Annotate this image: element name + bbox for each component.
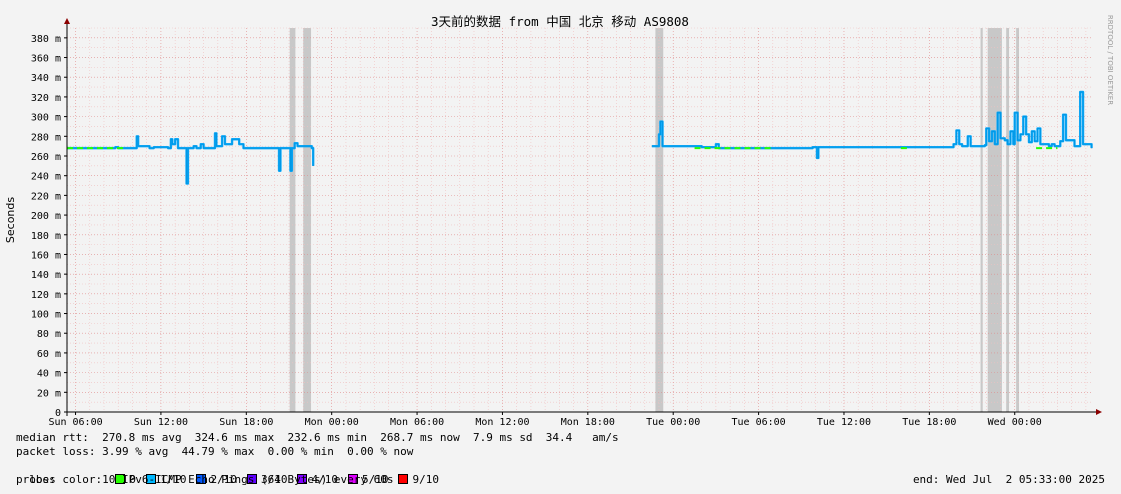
y-tick-label: 340 m bbox=[31, 73, 61, 84]
x-tick-label: Tue 06:00 bbox=[731, 417, 785, 428]
y-tick-label: 260 m bbox=[31, 152, 61, 163]
y-tick-label: 240 m bbox=[31, 172, 61, 183]
rtt-line bbox=[67, 132, 315, 185]
loss-band bbox=[303, 28, 312, 412]
latency-chart: 3天前的数据 from 中国 北京 移动 AS9808 Seconds RRDT… bbox=[4, 14, 1114, 428]
y-tick-label: 220 m bbox=[31, 191, 61, 202]
y-tick-label: 300 m bbox=[31, 113, 61, 124]
y-tick-label: 360 m bbox=[31, 54, 61, 65]
packet-loss-line: packet loss: 3.99 % avg 44.79 % max 0.00… bbox=[16, 445, 414, 458]
y-tick-label: 160 m bbox=[31, 250, 61, 261]
x-tick-label: Mon 18:00 bbox=[561, 417, 615, 428]
loss-band bbox=[987, 28, 1002, 412]
x-axis-arrow bbox=[1096, 409, 1102, 415]
y-tick-label: 40 m bbox=[37, 369, 61, 380]
end-timestamp: end: Wed Jul 2 05:33:00 2025 bbox=[912, 473, 1105, 486]
x-tick-label: Tue 00:00 bbox=[646, 417, 700, 428]
x-tick-label: Sun 06:00 bbox=[48, 417, 102, 428]
chart-title: 3天前的数据 from 中国 北京 移动 AS9808 bbox=[431, 14, 689, 29]
x-tick-label: Mon 12:00 bbox=[475, 417, 529, 428]
loss-color-item: 9/10 bbox=[398, 473, 439, 486]
median-rtt-line: median rtt: 270.8 ms avg 324.6 ms max 23… bbox=[16, 431, 619, 444]
y-tick-label: 80 m bbox=[37, 329, 61, 340]
y-tick-label: 200 m bbox=[31, 211, 61, 222]
y-tick-label: 20 m bbox=[37, 388, 61, 399]
loss-band bbox=[980, 28, 983, 412]
y-tick-label: 120 m bbox=[31, 290, 61, 301]
y-tick-label: 100 m bbox=[31, 310, 61, 321]
y-tick-label: 280 m bbox=[31, 132, 61, 143]
y-tick-label: 140 m bbox=[31, 270, 61, 281]
x-tick-label: Tue 12:00 bbox=[817, 417, 871, 428]
y-tick-label: 60 m bbox=[37, 349, 61, 360]
y-tick-label: 180 m bbox=[31, 231, 61, 242]
y-tick-label: 320 m bbox=[31, 93, 61, 104]
loss-band bbox=[655, 28, 664, 412]
x-tick-label: Tue 18:00 bbox=[902, 417, 956, 428]
loss-color-swatch bbox=[398, 474, 409, 484]
x-tick-label: Mon 06:00 bbox=[390, 417, 444, 428]
rtt-line-shadow bbox=[67, 132, 314, 185]
x-tick-label: Mon 00:00 bbox=[305, 417, 359, 428]
y-tick-label: 380 m bbox=[31, 34, 61, 45]
loss-band bbox=[289, 28, 296, 412]
y-axis-label: Seconds bbox=[4, 197, 17, 243]
probe-line: probe: 10 IPv6-ICMP Echo Pings (64 Bytes… bbox=[16, 473, 394, 486]
x-tick-label: Sun 12:00 bbox=[134, 417, 188, 428]
loss-band bbox=[1016, 28, 1020, 412]
x-tick-label: Wed 00:00 bbox=[988, 417, 1042, 428]
loss-band bbox=[1006, 28, 1010, 412]
rrdtool-watermark: RRDTOOL / TOBI OETIKER bbox=[1106, 15, 1114, 105]
loss-color-text: 9/10 bbox=[412, 473, 439, 486]
y-axis-arrow bbox=[64, 18, 70, 24]
x-tick-label: Sun 18:00 bbox=[219, 417, 273, 428]
